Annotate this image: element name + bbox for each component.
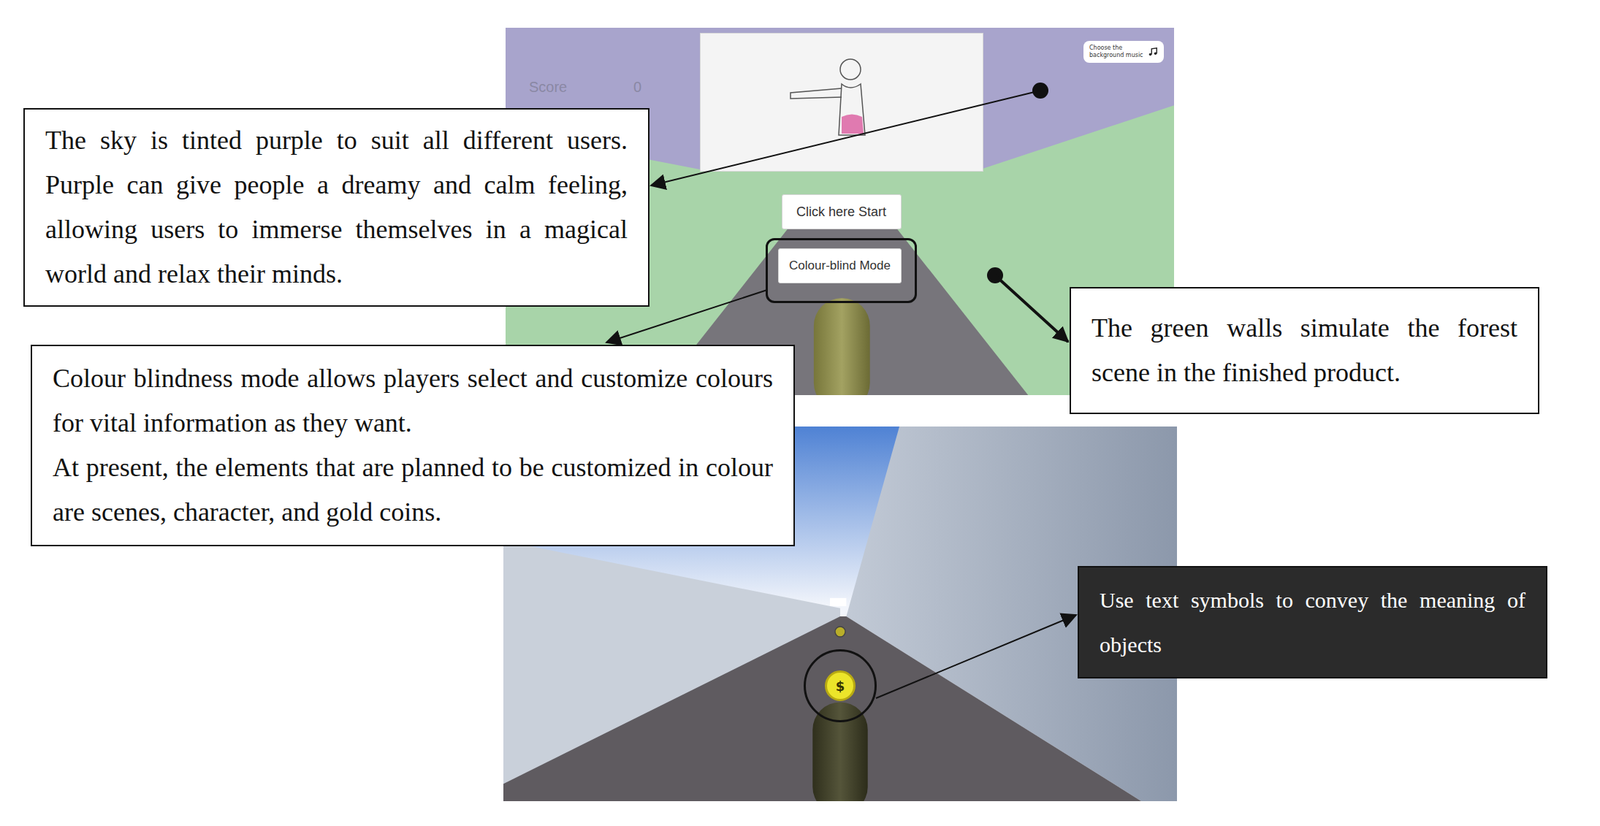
wall-dot <box>987 267 1004 284</box>
music-note-icon <box>1147 46 1158 57</box>
annotation-box: Use text symbols to convey the meaning o… <box>1077 566 1548 679</box>
player-capsule <box>813 298 871 396</box>
far-coin <box>835 626 846 638</box>
sky-arrow <box>650 90 1041 186</box>
music-button[interactable]: Choose the background music <box>1083 40 1164 63</box>
annotation-box: The green walls simulate the forest scen… <box>1069 287 1540 415</box>
annotation-text: At present, the elements that are planne… <box>52 445 773 535</box>
figure: Score0 Choose the background music Click h… <box>0 0 1600 826</box>
player-capsule <box>812 702 868 802</box>
score: Score0 <box>528 78 642 96</box>
coin-arrow <box>875 615 1077 699</box>
annotation-box: Colour blindness mode allows players sel… <box>30 344 795 547</box>
stretch-image <box>699 32 984 172</box>
gold-coin: $ <box>824 670 856 702</box>
colour-blind-highlight: Colour-blind Mode <box>765 238 917 304</box>
wall-arrow <box>995 275 1069 342</box>
annotation-text: The sky is tinted purple to suit all dif… <box>45 118 628 297</box>
sky-dot <box>1032 82 1049 99</box>
score-label: Score <box>528 78 634 96</box>
stretch-figure-icon <box>783 47 901 158</box>
start-button[interactable]: Click here Start <box>781 194 902 230</box>
colour-blind-button[interactable]: Colour-blind Mode <box>778 248 902 284</box>
annotation-text: Use text symbols to convey the meaning o… <box>1099 577 1526 668</box>
annotation-text: Colour blindness mode allows players sel… <box>52 356 773 446</box>
score-value: 0 <box>633 78 642 96</box>
coin-highlight: $ <box>803 649 877 723</box>
annotation-box: The sky is tinted purple to suit all dif… <box>23 108 650 307</box>
annotation-text: The green walls simulate the forest scen… <box>1091 306 1518 396</box>
